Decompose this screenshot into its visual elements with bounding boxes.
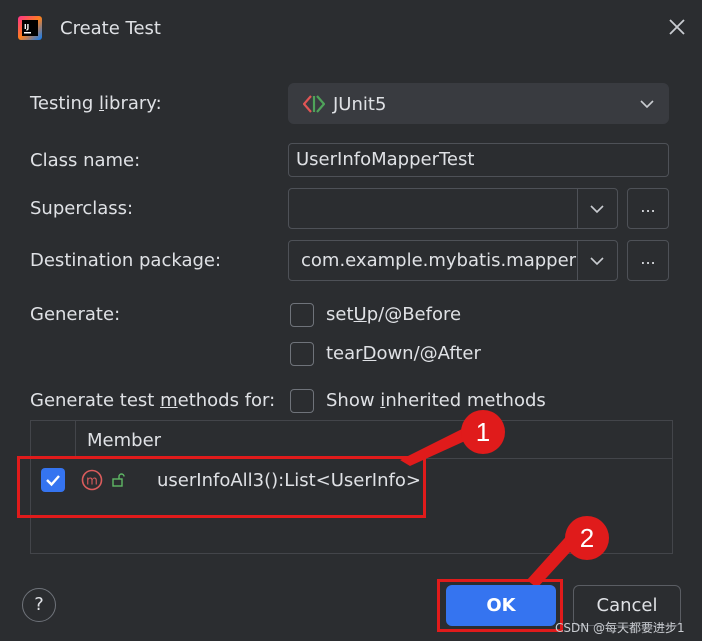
testing-library-combobox[interactable]: JUnit5 (288, 83, 669, 124)
class-name-label: Class name: (30, 150, 141, 171)
intellij-idea-icon: IJ (18, 16, 42, 40)
testing-library-value: JUnit5 (333, 94, 387, 115)
teardown-checkbox[interactable] (290, 342, 314, 366)
dialog-title: Create Test (60, 18, 161, 39)
show-inherited-checkbox[interactable] (290, 389, 314, 413)
class-name-field[interactable]: UserInfoMapperTest (288, 143, 669, 177)
annotation-badge-1: 1 (461, 410, 505, 454)
setup-label[interactable]: setUp/@Before (326, 304, 461, 325)
divider (577, 241, 578, 280)
teardown-label[interactable]: tearDown/@After (326, 343, 481, 364)
watermark: CSDN @每天都要进步1 (555, 621, 685, 635)
generate-label: Generate: (30, 304, 121, 325)
ok-button[interactable]: OK (446, 585, 556, 626)
chevron-down-icon (640, 100, 654, 109)
svg-text:IJ: IJ (24, 23, 29, 31)
junit5-icon (303, 95, 325, 113)
chevron-down-icon[interactable] (589, 204, 605, 214)
testing-library-label: Testing library: (30, 93, 162, 114)
generate-methods-label: Generate test methods for: (30, 390, 276, 411)
help-button[interactable]: ? (22, 588, 56, 622)
chevron-down-icon[interactable] (589, 256, 605, 266)
destination-package-value: com.example.mybatis.mapper (301, 250, 577, 271)
superclass-label: Superclass: (30, 198, 134, 219)
superclass-browse-button[interactable]: ... (627, 188, 669, 229)
show-inherited-label[interactable]: Show inherited methods (326, 390, 546, 411)
divider (577, 189, 578, 228)
class-name-value: UserInfoMapperTest (296, 149, 475, 170)
column-divider (75, 421, 76, 459)
destination-package-label: Destination package: (30, 250, 222, 271)
close-icon[interactable] (664, 14, 690, 40)
setup-checkbox[interactable] (290, 303, 314, 327)
table-header: Member (31, 421, 672, 459)
destination-browse-button[interactable]: ... (627, 240, 669, 281)
annotation-badge-2: 2 (565, 516, 609, 560)
member-column-header[interactable]: Member (87, 430, 161, 451)
superclass-combobox[interactable] (288, 188, 618, 229)
annotation-box-1 (17, 456, 426, 518)
destination-package-combobox[interactable]: com.example.mybatis.mapper (288, 240, 618, 281)
